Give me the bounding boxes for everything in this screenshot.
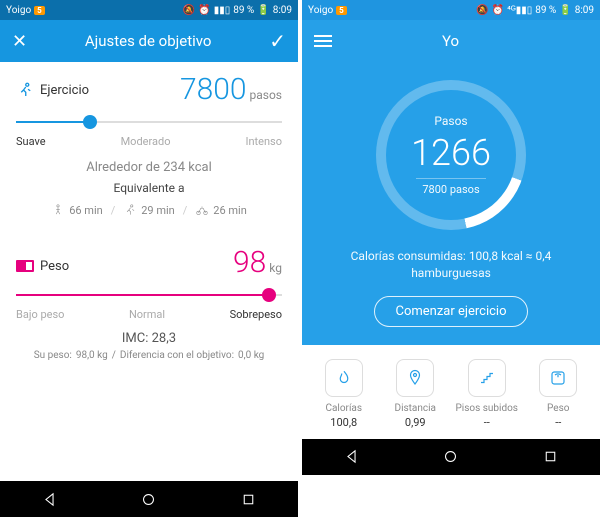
back-icon[interactable] (343, 448, 360, 465)
exercise-slider-ticks: Suave Moderado Intenso (16, 135, 282, 148)
tick-over: Sobrepeso (230, 308, 282, 321)
page-title: Ajustes de objetivo (85, 32, 212, 50)
steps-progress-ring[interactable]: Pasos 1266 7800 pasos (376, 80, 526, 230)
alarm-icon: ⏰ (198, 5, 210, 16)
goals-content: Ejercicio 7800pasos Suave Moderado Inten… (0, 62, 298, 481)
stat-distance-label: Distancia (380, 403, 452, 414)
equivalent-label: Equivalente a (16, 181, 282, 195)
android-navbar (302, 439, 600, 475)
carrier-label: Yoigo (6, 5, 31, 16)
home-icon[interactable] (140, 491, 157, 508)
kcal-estimate: Alrededor de 234 kcal (16, 160, 282, 175)
recents-icon[interactable] (542, 448, 559, 465)
tick-soft: Suave (16, 135, 46, 148)
steps-goal: 7800 pasos (416, 178, 486, 196)
weight-label: Peso (40, 259, 69, 274)
battery-text: 89 % (535, 5, 556, 16)
weight-slider-ticks: Bajo peso Normal Sobrepeso (16, 308, 282, 321)
exercise-label: Ejercicio (40, 83, 89, 98)
stat-calories-label: Calorías (308, 403, 380, 414)
appbar: Yo (302, 20, 600, 62)
exercise-slider[interactable] (16, 113, 282, 131)
imc-value: IMC: 28,3 (16, 331, 282, 346)
stat-floors[interactable]: Pisos subidos -- (451, 359, 523, 429)
android-navbar (0, 481, 298, 517)
equivalent-row: 66 min / 29 min / 26 min (16, 203, 282, 217)
stairs-icon (478, 369, 496, 387)
exercise-unit: pasos (250, 88, 283, 102)
mute-icon: 🔕 (183, 5, 195, 16)
signal-icon: ▮▮▯ (214, 5, 231, 16)
carrier-label: Yoigo (308, 5, 333, 16)
diff-value: 0,0 kg (238, 350, 264, 361)
run-icon (123, 203, 137, 217)
battery-icon: 🔋 (559, 5, 571, 16)
bike-min: 26 min (213, 204, 247, 217)
back-icon[interactable] (41, 491, 58, 508)
battery-icon: 🔋 (257, 5, 269, 16)
stat-floors-value: -- (451, 416, 523, 429)
flame-icon (335, 369, 353, 387)
weight-section: Peso 98kg Bajo peso Normal Sobrepeso IMC… (0, 235, 298, 365)
notification-count-badge: 5 (336, 6, 347, 15)
alarm-icon: ⏰ (492, 5, 504, 16)
bike-icon (195, 203, 209, 217)
stat-weight[interactable]: Peso -- (523, 359, 595, 429)
exercise-goal-value: 7800 (180, 72, 247, 107)
steps-label: Pasos (434, 114, 467, 128)
dashboard-hero: Pasos 1266 7800 pasos Calorías consumida… (302, 62, 600, 345)
phone-right-profile: Yoigo 5 🔕 ⏰ ⁴ᴳ▮▮▯ 89 % 🔋 8:09 Yo Pasos 1… (302, 0, 600, 517)
menu-icon[interactable] (314, 35, 332, 47)
notification-count-badge: 5 (34, 6, 45, 15)
scale-icon (549, 369, 567, 387)
confirm-icon[interactable]: ✓ (269, 29, 286, 53)
stats-row: Calorías 100,8 Distancia 0,99 Pisos subi… (302, 345, 600, 439)
stat-calories[interactable]: Calorías 100,8 (308, 359, 380, 429)
walk-min: 66 min (69, 204, 103, 217)
running-icon (16, 81, 34, 99)
calories-summary: Calorías consumidas: 100,8 kcal ≈ 0,4 ha… (312, 248, 590, 282)
clock-text: 8:09 (273, 5, 292, 16)
tick-moderate: Moderado (121, 135, 171, 148)
clock-text: 8:09 (575, 5, 594, 16)
stat-weight-label: Peso (523, 403, 595, 414)
battery-text: 89 % (233, 5, 254, 16)
exercise-section: Ejercicio 7800pasos Suave Moderado Inten… (0, 62, 298, 235)
steps-value: 1266 (411, 132, 491, 174)
pin-icon (406, 369, 424, 387)
start-exercise-button[interactable]: Comenzar ejercicio (374, 296, 527, 327)
close-icon[interactable]: ✕ (12, 31, 27, 52)
statusbar: Yoigo 5 🔕 ⏰ ▮▮▯ 89 % 🔋 8:09 (0, 0, 298, 20)
appbar: ✕ Ajustes de objetivo ✓ (0, 20, 298, 62)
stat-weight-value: -- (523, 416, 595, 429)
weight-unit: kg (269, 261, 282, 275)
tick-intense: Intenso (245, 135, 282, 148)
stat-distance[interactable]: Distancia 0,99 (380, 359, 452, 429)
recents-icon[interactable] (240, 491, 257, 508)
stat-calories-value: 100,8 (308, 416, 380, 429)
stat-distance-value: 0,99 (380, 416, 452, 429)
phone-left-goals-settings: Yoigo 5 🔕 ⏰ ▮▮▯ 89 % 🔋 8:09 ✕ Ajustes de… (0, 0, 298, 517)
stat-floors-label: Pisos subidos (451, 403, 523, 414)
home-icon[interactable] (442, 448, 459, 465)
your-weight-value: 98,0 kg (76, 350, 108, 361)
run-min: 29 min (141, 204, 175, 217)
walk-icon (51, 203, 65, 217)
your-weight-label: Su peso: (34, 350, 72, 361)
statusbar: Yoigo 5 🔕 ⏰ ⁴ᴳ▮▮▯ 89 % 🔋 8:09 (302, 0, 600, 20)
weight-goal-value: 98 (233, 245, 266, 280)
diff-label: Diferencia con el objetivo: (120, 350, 234, 361)
mute-icon: 🔕 (476, 5, 488, 16)
page-title: Yo (442, 32, 459, 50)
tick-normal: Normal (129, 308, 165, 321)
signal-icon: ⁴ᴳ▮▮▯ (507, 5, 532, 16)
tick-low: Bajo peso (16, 308, 64, 321)
weight-icon (16, 260, 34, 272)
weight-slider[interactable] (16, 286, 282, 304)
